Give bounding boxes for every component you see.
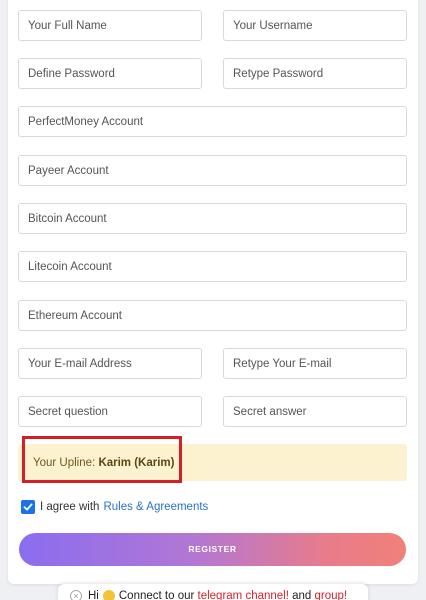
retype-email-input[interactable] — [223, 348, 407, 379]
email-input[interactable] — [18, 348, 202, 379]
bitcoin-row — [18, 203, 407, 234]
bitcoin-input[interactable] — [18, 203, 407, 234]
agree-text: I agree with — [40, 501, 100, 513]
telegram-group-link[interactable]: group! — [315, 590, 348, 600]
password-row — [18, 58, 407, 89]
perfectmoney-input[interactable] — [18, 106, 407, 137]
telegram-notice: × Hi Connect to our telegram channel! an… — [58, 584, 368, 600]
payeer-input[interactable] — [18, 155, 407, 186]
telegram-channel-link[interactable]: telegram channel! — [198, 590, 289, 600]
payeer-row — [18, 155, 407, 186]
close-icon[interactable]: × — [70, 590, 82, 600]
litecoin-row — [18, 251, 407, 282]
agree-row: I agree with Rules & Agreements — [21, 499, 208, 515]
upline-label: Your Upline: — [33, 457, 96, 469]
register-button[interactable]: REGISTER — [19, 533, 406, 566]
notice-text-2: and — [292, 590, 312, 600]
email-row — [18, 348, 407, 379]
perfectmoney-row — [18, 106, 407, 137]
notice-greeting: Hi — [88, 590, 99, 600]
upline-name: Karim (Karim) — [98, 457, 175, 469]
secret-row — [18, 396, 407, 427]
ethereum-row — [18, 300, 407, 331]
full-name-input[interactable] — [18, 10, 202, 41]
notice-text-1: Connect to our — [118, 590, 195, 600]
upline-text: Your Upline: Karim (Karim) — [33, 457, 175, 469]
waving-emoji-icon — [102, 590, 115, 600]
retype-password-input[interactable] — [223, 58, 407, 89]
secret-answer-input[interactable] — [223, 396, 407, 427]
ethereum-input[interactable] — [18, 300, 407, 331]
name-row — [18, 10, 407, 41]
secret-question-input[interactable] — [18, 396, 202, 427]
agree-checkbox[interactable] — [21, 500, 35, 514]
password-input[interactable] — [18, 58, 202, 89]
username-input[interactable] — [223, 10, 407, 41]
litecoin-input[interactable] — [18, 251, 407, 282]
rules-link[interactable]: Rules & Agreements — [103, 501, 208, 513]
check-icon — [23, 503, 33, 511]
